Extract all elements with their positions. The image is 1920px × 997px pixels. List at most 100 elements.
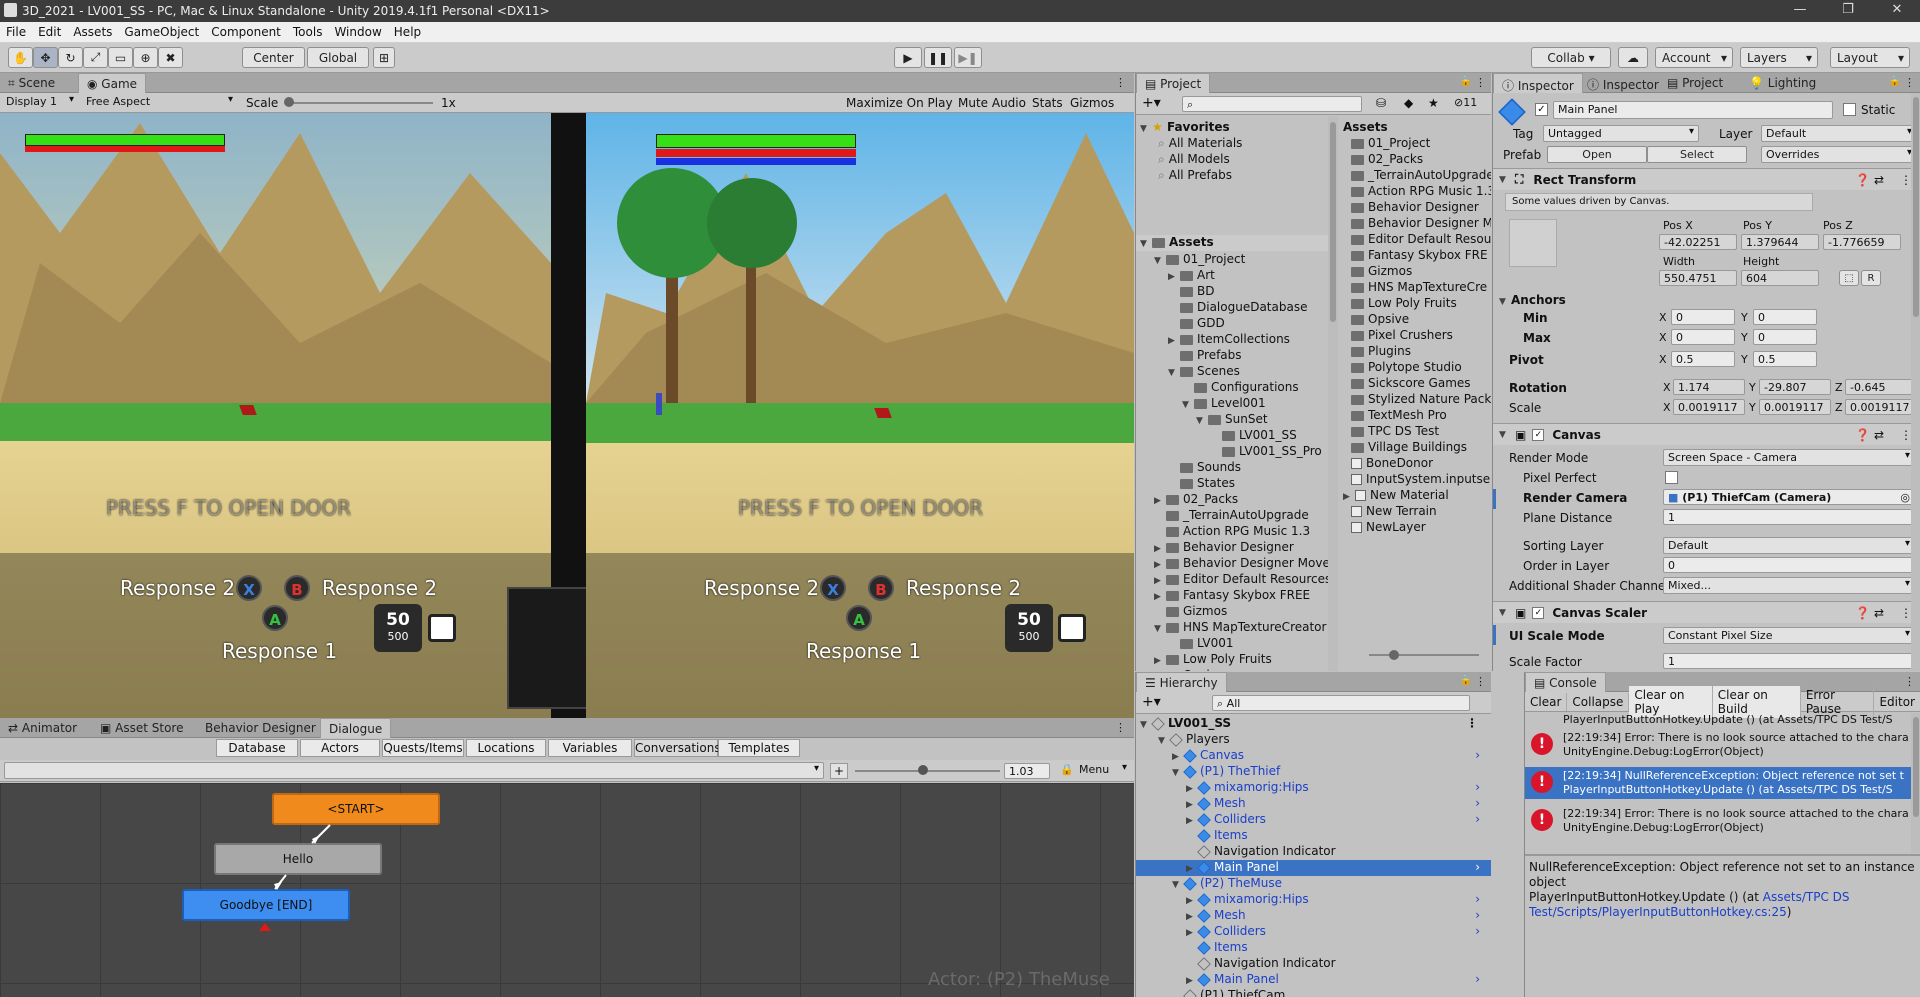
folder-item[interactable]: LV001 — [1168, 636, 1233, 652]
asset-folder[interactable]: Action RPG Music 1.3 — [1351, 184, 1491, 200]
folder-item[interactable]: BD — [1168, 284, 1214, 300]
game-viewport[interactable]: PRESS F TO OPEN DOOR Response 2 X B Resp… — [0, 113, 1134, 718]
scene-root[interactable]: ▼ LV001_SS ⋮ — [1136, 716, 1491, 732]
scale-y[interactable]: 0.0019117 — [1759, 399, 1831, 415]
favorite-item[interactable]: ⌕ All Models — [1158, 152, 1230, 168]
step-button[interactable]: ▶❚ — [954, 47, 982, 68]
asset-file[interactable]: New Terrain — [1351, 504, 1437, 520]
favorite-item[interactable]: ⌕ All Prefabs — [1158, 168, 1232, 184]
help-icon[interactable]: ❓ ⇄ — [1855, 173, 1884, 187]
expand-arrow-icon[interactable]: ▶ — [1186, 976, 1198, 986]
prefab-open-icon[interactable]: › — [1475, 972, 1480, 986]
conversation-dropdown[interactable] — [4, 762, 824, 779]
canvas-header[interactable]: ▼ ▣ ✓ Canvas ❓ ⇄ ⋮ — [1493, 423, 1920, 445]
help-icon[interactable]: ❓ ⇄ — [1855, 606, 1884, 620]
hierarchy-item[interactable]: ▶ Mesh › — [1136, 796, 1491, 812]
anchor-presets-button[interactable] — [1509, 219, 1557, 267]
more-options-icon[interactable]: ⋮ — [1904, 675, 1915, 688]
shader-channels-dropdown[interactable]: Mixed... — [1663, 577, 1915, 594]
expand-arrow-icon[interactable]: ▶ — [1154, 496, 1166, 506]
icon-size-slider[interactable] — [1369, 654, 1479, 656]
more-options-icon[interactable]: ⋮ — [1466, 716, 1478, 730]
expand-arrow-icon[interactable]: ▼ — [1172, 768, 1184, 778]
favorites-header[interactable]: ▼ ★ Favorites — [1140, 120, 1230, 136]
asset-folder[interactable]: HNS MapTextureCre — [1351, 280, 1487, 296]
console-scrollbar[interactable] — [1911, 713, 1920, 853]
folder-item[interactable]: Sounds — [1168, 460, 1241, 476]
response-2-left[interactable]: Response 2 — [120, 576, 235, 600]
posx-field[interactable]: -42.02251 — [1659, 234, 1737, 250]
display-dropdown[interactable]: Display 1 — [2, 94, 78, 111]
close-icon[interactable]: ✕ — [1882, 2, 1912, 17]
canvas-scaler-header[interactable]: ▼ ▣ ✓ Canvas Scaler ❓ ⇄ ⋮ — [1493, 601, 1920, 623]
project-search-input[interactable]: ⌕ — [1182, 96, 1362, 112]
hierarchy-item[interactable]: ▶ Canvas › — [1136, 748, 1491, 764]
asset-folder[interactable]: Gizmos — [1351, 264, 1412, 280]
asset-file[interactable]: InputSystem.inputse — [1351, 472, 1490, 488]
conversation-canvas[interactable]: <START> Hello Goodbye [END] Actor: (P2) … — [0, 783, 1134, 997]
hierarchy-item[interactable]: (P1) ThiefCam — [1136, 988, 1491, 997]
asset-folder[interactable]: 01_Project — [1351, 136, 1430, 152]
expand-arrow-icon[interactable]: ▼ — [1154, 624, 1166, 634]
folder-item[interactable]: ▼ 01_Project — [1154, 252, 1245, 268]
asset-folder[interactable]: _TerrainAutoUpgrade — [1351, 168, 1491, 184]
asset-folder[interactable]: Fantasy Skybox FRE — [1351, 248, 1488, 264]
asset-folder[interactable]: Plugins — [1351, 344, 1411, 360]
custom-tool-icon[interactable]: ✖ — [158, 47, 183, 68]
tab-locations[interactable]: Locations — [466, 739, 546, 757]
tab-project[interactable]: ▤ Project — [1659, 73, 1731, 93]
asset-folder[interactable]: Low Poly Fruits — [1351, 296, 1457, 312]
prefab-open-icon[interactable]: › — [1475, 908, 1480, 922]
asset-folder[interactable]: Polytope Studio — [1351, 360, 1462, 376]
icon-size-thumb[interactable] — [1389, 650, 1399, 660]
tree-scrollbar[interactable] — [1328, 116, 1338, 671]
console-splitter[interactable] — [1525, 854, 1920, 856]
inspector-scrollbar[interactable] — [1911, 93, 1920, 671]
expand-arrow-icon[interactable]: ▶ — [1154, 544, 1166, 554]
folder-item[interactable]: ▶ Behavior Designer Move — [1154, 556, 1328, 572]
asset-folder[interactable]: Behavior Designer — [1351, 200, 1479, 216]
expand-arrow-icon[interactable]: ▶ — [1154, 560, 1166, 570]
render-mode-dropdown[interactable]: Screen Space - Camera — [1663, 449, 1915, 466]
more-options-icon[interactable]: ⋮ — [1115, 76, 1126, 89]
add-conversation-button[interactable]: + — [830, 763, 848, 779]
console-entry[interactable]: ! [22:19:34] Error: There is no look sour… — [1525, 729, 1911, 761]
restore-icon[interactable]: ❐ — [1833, 2, 1863, 17]
menu-item-help[interactable]: Help — [388, 22, 427, 42]
expand-arrow-icon[interactable]: ▼ — [1158, 736, 1170, 746]
folder-item[interactable]: ▶ Fantasy Skybox FREE — [1154, 588, 1310, 604]
expand-arrow-icon[interactable]: ▶ — [1154, 576, 1166, 586]
folder-item[interactable]: ▶ Editor Default Resources — [1154, 572, 1328, 588]
height-field[interactable]: 604 — [1741, 270, 1819, 286]
hierarchy-item[interactable]: ▶ mixamorig:Hips › — [1136, 892, 1491, 908]
folder-item[interactable]: ▶ Behavior Designer — [1154, 540, 1294, 556]
asset-folder[interactable]: TPC DS Test — [1351, 424, 1439, 440]
more-options-icon[interactable]: ⋮ — [1904, 76, 1915, 89]
folder-item[interactable]: States — [1168, 476, 1235, 492]
scale-slider-thumb[interactable] — [284, 97, 294, 107]
folder-item[interactable]: GDD — [1168, 316, 1225, 332]
anchor-min-x[interactable]: 0 — [1671, 309, 1735, 325]
rotate-tool-icon[interactable]: ↻ — [58, 47, 83, 68]
menu-item-window[interactable]: Window — [328, 22, 387, 42]
pixel-perfect-checkbox[interactable] — [1665, 471, 1678, 484]
folder-item[interactable]: Configurations — [1182, 380, 1299, 396]
tab-lighting[interactable]: 💡 Lighting — [1741, 73, 1824, 93]
tab-project[interactable]: ▤ Project — [1136, 73, 1211, 93]
hierarchy-item[interactable]: ▶ Mesh › — [1136, 908, 1491, 924]
play-button[interactable]: ▶ — [894, 47, 922, 68]
response-2-left[interactable]: Response 2 — [704, 576, 819, 600]
pause-button[interactable]: ❚❚ — [924, 47, 952, 68]
width-field[interactable]: 550.4751 — [1659, 270, 1737, 286]
tab-templates[interactable]: Templates — [718, 739, 800, 757]
anchor-max-x[interactable]: 0 — [1671, 329, 1735, 345]
console-entry[interactable]: ! [22:19:34] Error: There is no look sour… — [1525, 805, 1911, 837]
favorite-icon[interactable]: ★ — [1428, 96, 1439, 110]
expand-arrow-icon[interactable]: ▶ — [1186, 784, 1198, 794]
prefab-overrides-dropdown[interactable]: Overrides — [1761, 146, 1917, 163]
asset-folder[interactable]: Village Buildings — [1351, 440, 1467, 456]
menu-item-assets[interactable]: Assets — [67, 22, 118, 42]
hierarchy-item[interactable]: ▼ (P2) TheMuse — [1136, 876, 1491, 892]
rotation-z[interactable]: -0.645 — [1845, 379, 1917, 395]
folder-item[interactable]: ▼ Scenes — [1168, 364, 1240, 380]
